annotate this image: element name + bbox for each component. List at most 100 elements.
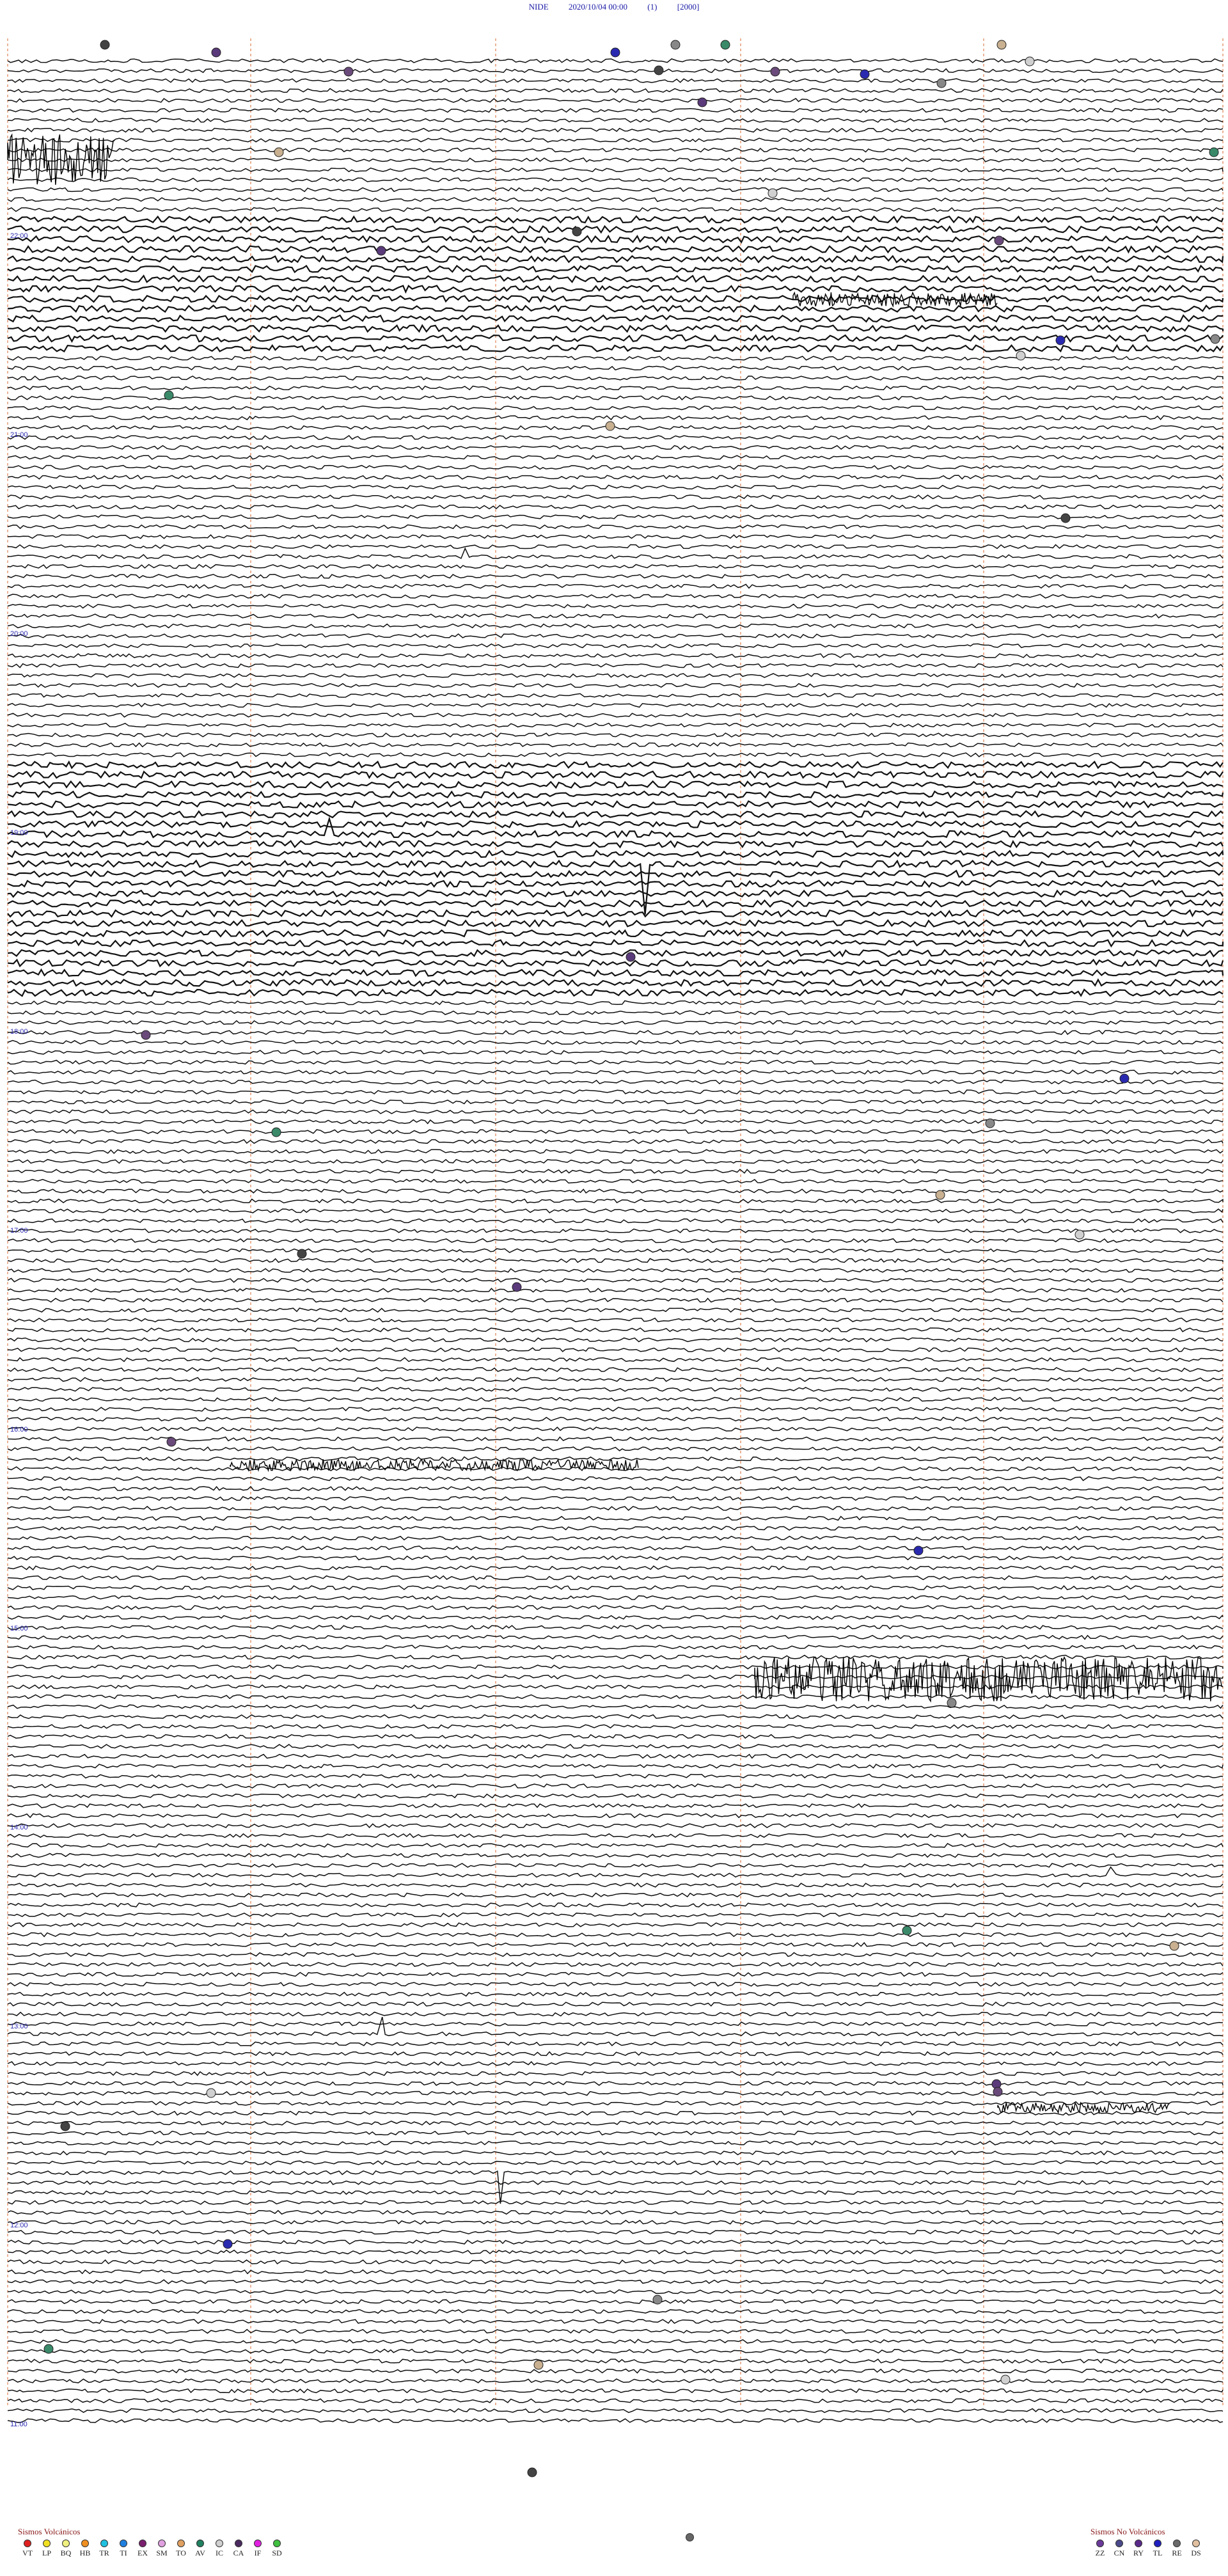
seismogram-trace xyxy=(7,264,1224,274)
seismogram-trace xyxy=(7,187,1224,193)
event-marker xyxy=(1055,335,1066,345)
event-marker xyxy=(1074,1229,1085,1240)
legend-volcanic-item-lp: LP xyxy=(37,2540,56,2558)
seismogram-trace xyxy=(7,1178,1223,1184)
seismogram-trace xyxy=(7,653,1224,658)
seismogram-trace xyxy=(7,1228,1224,1233)
seismogram-trace xyxy=(7,2180,1224,2185)
seismogram-trace xyxy=(7,1526,1224,1531)
seismogram-trace xyxy=(7,1833,1224,1838)
legend-nonvolcanic-item-ds: DS xyxy=(1186,2540,1206,2558)
seismogram-trace xyxy=(7,197,1224,202)
seismogram-trace xyxy=(7,78,1224,83)
seismogram-trace xyxy=(7,2408,1224,2414)
legend-code: BQ xyxy=(60,2548,72,2557)
legend-volcanic-item-sm: SM xyxy=(152,2540,171,2558)
seismogram-trace xyxy=(7,702,1224,708)
seismogram-trace xyxy=(7,2319,1224,2324)
seismogram-trace xyxy=(7,2388,1224,2394)
seismogram-trace xyxy=(7,1377,1224,1382)
legend-dot-icon xyxy=(216,2540,223,2547)
event-marker xyxy=(767,188,778,198)
seismogram-trace xyxy=(7,2110,1224,2116)
seismogram-trace xyxy=(7,819,1224,829)
time-label: 17:00 xyxy=(10,1227,28,1235)
time-label: 18:00 xyxy=(10,1028,28,1036)
seismogram-trace xyxy=(7,2378,1224,2383)
event-marker xyxy=(902,1925,912,1936)
seismogram-trace xyxy=(7,1218,1224,1224)
seismogram-trace xyxy=(7,1288,1224,1293)
time-label: 21:00 xyxy=(10,431,28,439)
legend-volcanic-item-ca: CA xyxy=(229,2540,248,2558)
legend-dot-icon xyxy=(81,2540,89,2547)
legend-dot-icon xyxy=(1173,2540,1181,2547)
seismogram-trace xyxy=(7,2101,1224,2106)
seismogram-trace xyxy=(7,839,1224,849)
seismogram-trace xyxy=(7,2140,1224,2145)
seismogram-trace xyxy=(7,1456,1223,1462)
seismogram-trace xyxy=(7,2269,1224,2275)
seismogram-trace xyxy=(7,445,1224,450)
seismogram-trace xyxy=(7,1605,1224,1610)
seismogram-trace xyxy=(7,594,1224,599)
seismogram-trace xyxy=(7,375,1224,381)
seismogram-trace xyxy=(7,415,1224,421)
seismogram-trace xyxy=(7,643,1224,649)
seismogram-trace xyxy=(7,234,1224,244)
seismogram-trace xyxy=(7,1297,1224,1303)
legend-dot-icon xyxy=(24,2540,31,2547)
event-marker xyxy=(610,47,620,58)
seismogram-trace xyxy=(7,673,1224,678)
seismogram-trace xyxy=(7,1575,1224,1581)
seismic-burst xyxy=(754,1656,1223,1703)
seismogram-trace xyxy=(7,1545,1223,1551)
seismogram-trace xyxy=(7,1972,1224,1977)
seismogram-trace xyxy=(7,2002,1224,2007)
seismogram-trace xyxy=(7,849,1224,858)
seismogram-trace xyxy=(7,1169,1224,1174)
seismogram-trace xyxy=(7,742,1224,748)
seismogram-trace xyxy=(7,2348,1224,2354)
event-marker xyxy=(512,1282,522,1292)
seismogram-trace xyxy=(7,1694,1224,1700)
seismogram-trace xyxy=(7,1823,1224,1828)
event-marker xyxy=(1209,147,1219,157)
legend-dot-icon xyxy=(196,2540,204,2547)
seismogram-trace xyxy=(7,435,1224,440)
time-label: 12:00 xyxy=(10,2222,28,2229)
event-marker xyxy=(654,65,664,75)
seismogram-trace xyxy=(7,1050,1224,1055)
seismogram-trace xyxy=(7,2229,1224,2235)
event-marker xyxy=(60,2121,70,2131)
seismogram-trace xyxy=(8,464,1224,470)
seismogram-trace xyxy=(7,760,1224,770)
time-label: 20:00 xyxy=(10,630,28,638)
seismogram-trace xyxy=(8,1396,1224,1402)
seismogram-trace xyxy=(7,613,1224,619)
event-marker xyxy=(274,147,284,157)
seismogram-trace xyxy=(7,1327,1224,1332)
seismogram-trace xyxy=(7,1099,1224,1105)
event-marker xyxy=(43,2344,54,2354)
seismogram-trace xyxy=(7,344,1224,353)
seismogram-trace xyxy=(7,1407,1223,1412)
seismogram-trace xyxy=(7,949,1224,958)
seismogram-trace xyxy=(7,324,1224,333)
time-label: 13:00 xyxy=(10,2023,28,2030)
legend-dot-icon xyxy=(254,2540,262,2547)
seismogram-trace xyxy=(7,1198,1224,1204)
seismogram-trace xyxy=(7,147,1224,153)
event-marker xyxy=(936,78,947,88)
seismogram-trace xyxy=(7,810,1224,819)
event-marker xyxy=(164,390,174,400)
event-marker xyxy=(994,235,1004,246)
seismogram-trace xyxy=(7,127,1224,133)
seismogram-trace xyxy=(7,919,1224,928)
seismogram-trace xyxy=(8,1912,1224,1918)
event-marker xyxy=(720,40,730,50)
seismogram-trace xyxy=(7,1059,1224,1065)
seismogram-trace xyxy=(7,2309,1224,2314)
legend-nonvolcanic-item-tl: TL xyxy=(1148,2540,1167,2558)
event-marker xyxy=(860,69,870,79)
